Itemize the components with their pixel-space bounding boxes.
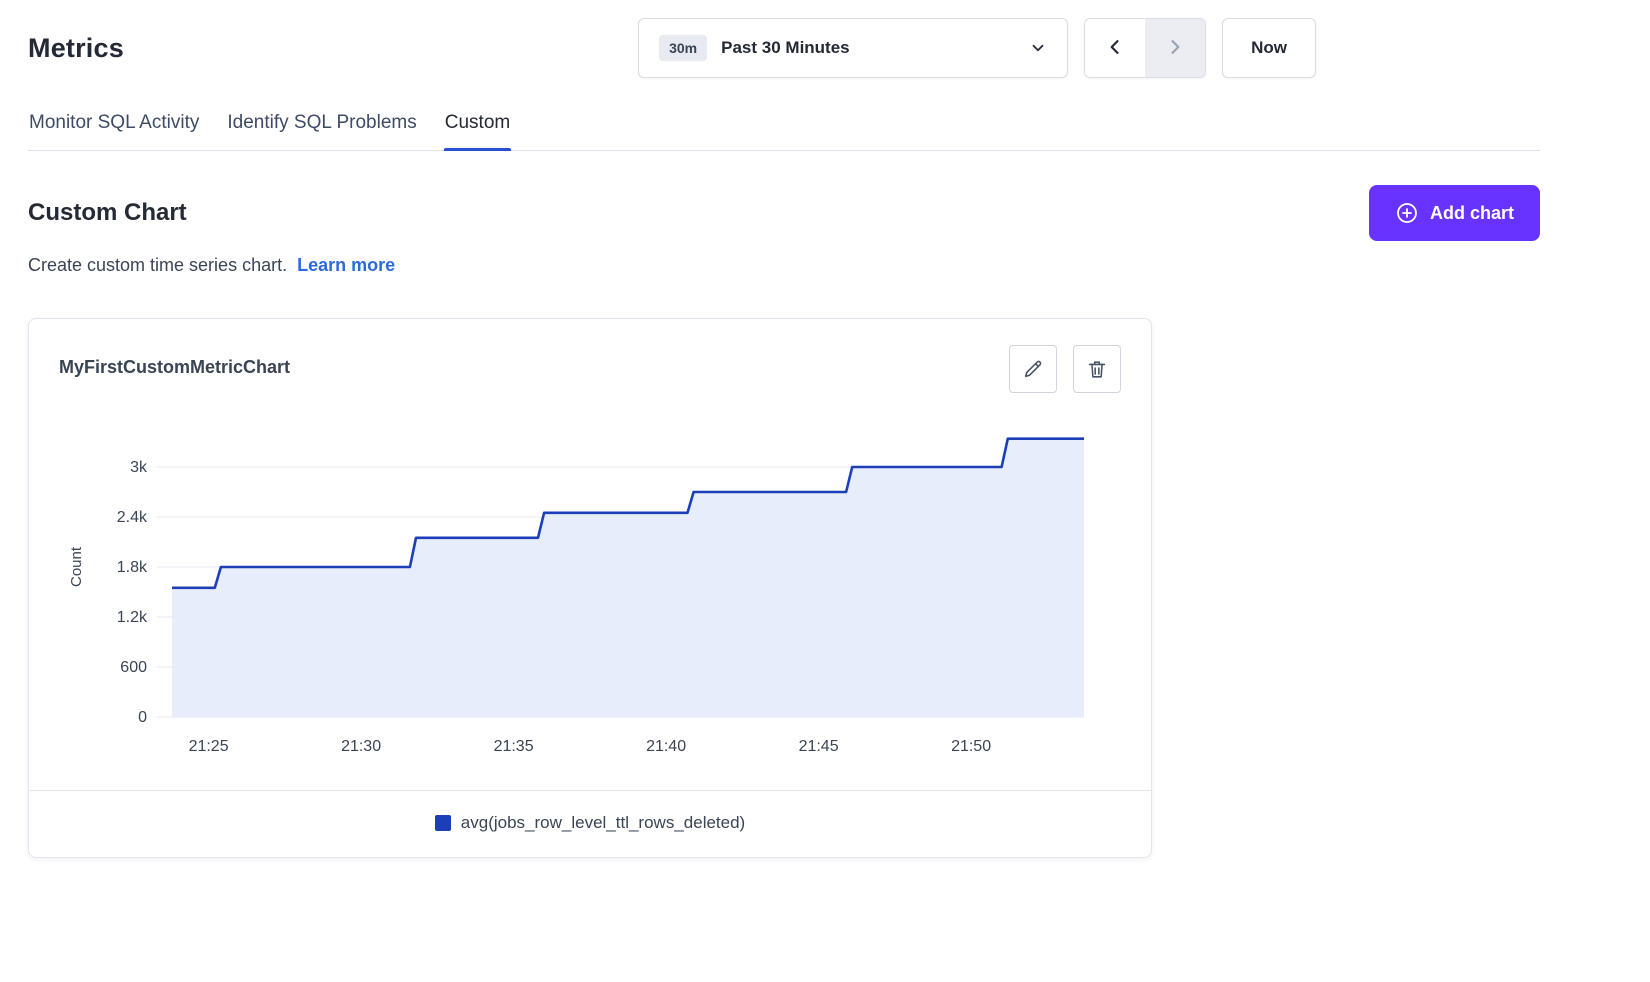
edit-chart-button[interactable]	[1009, 345, 1057, 393]
custom-chart-section-head: Custom Chart Add chart	[28, 185, 1540, 241]
learn-more-link[interactable]: Learn more	[297, 255, 395, 275]
tab-monitor-sql-activity[interactable]: Monitor SQL Activity	[28, 104, 200, 150]
svg-text:1.8k: 1.8k	[117, 559, 148, 576]
chart-card-actions	[1009, 345, 1121, 393]
chart-card-head: MyFirstCustomMetricChart	[59, 345, 1121, 393]
now-button[interactable]: Now	[1222, 18, 1316, 78]
svg-text:21:50: 21:50	[951, 738, 991, 755]
svg-text:2.4k: 2.4k	[117, 509, 148, 526]
header: Metrics 30m Past 30 Minutes	[28, 18, 1540, 78]
legend-label: avg(jobs_row_level_ttl_rows_deleted)	[461, 813, 745, 833]
delete-chart-button[interactable]	[1073, 345, 1121, 393]
time-range-label: Past 30 Minutes	[721, 38, 850, 58]
page-title: Metrics	[28, 33, 124, 64]
svg-text:Count: Count	[68, 546, 85, 587]
custom-metric-chart: 0 600 1.2k 1.8k 2.4k 3k 21:25 21:30 21:35 21:40 21…	[59, 407, 1121, 772]
svg-text:21:35: 21:35	[494, 738, 534, 755]
metrics-page: Metrics 30m Past 30 Minutes	[0, 0, 1650, 898]
pencil-icon	[1022, 358, 1044, 380]
svg-text:0: 0	[138, 709, 147, 726]
time-range-dropdown[interactable]: 30m Past 30 Minutes	[638, 18, 1068, 78]
svg-text:21:30: 21:30	[341, 738, 381, 755]
section-subtitle-row: Create custom time series chart. Learn m…	[28, 255, 1540, 276]
trash-icon	[1086, 358, 1108, 380]
plus-circle-icon	[1395, 201, 1419, 225]
tab-custom[interactable]: Custom	[444, 104, 511, 150]
svg-text:1.2k: 1.2k	[117, 609, 148, 626]
time-range-badge: 30m	[659, 35, 707, 61]
section-title: Custom Chart	[28, 199, 187, 227]
legend-swatch	[435, 815, 451, 831]
time-pager	[1084, 18, 1206, 78]
svg-text:21:45: 21:45	[799, 738, 839, 755]
tab-bar: Monitor SQL Activity Identify SQL Proble…	[28, 104, 1540, 151]
add-chart-button[interactable]: Add chart	[1369, 185, 1540, 241]
chevron-right-icon	[1165, 37, 1185, 60]
svg-text:21:25: 21:25	[189, 738, 229, 755]
svg-text:3k: 3k	[130, 459, 148, 476]
next-time-button[interactable]	[1145, 19, 1205, 77]
prev-time-button[interactable]	[1085, 19, 1145, 77]
chart-title: MyFirstCustomMetricChart	[59, 345, 290, 378]
chevron-left-icon	[1105, 37, 1125, 60]
chevron-down-icon	[1029, 39, 1047, 57]
time-controls: 30m Past 30 Minutes Now	[638, 18, 1316, 78]
svg-text:21:40: 21:40	[646, 738, 686, 755]
add-chart-label: Add chart	[1430, 203, 1514, 224]
chart-card: MyFirstCustomMetricChart 0 600 1.2k 1.8k 2.4…	[28, 318, 1152, 858]
tab-identify-sql-problems[interactable]: Identify SQL Problems	[226, 104, 417, 150]
chart-legend: avg(jobs_row_level_ttl_rows_deleted)	[29, 790, 1151, 857]
svg-text:600: 600	[120, 659, 147, 676]
section-subtitle: Create custom time series chart.	[28, 255, 287, 275]
